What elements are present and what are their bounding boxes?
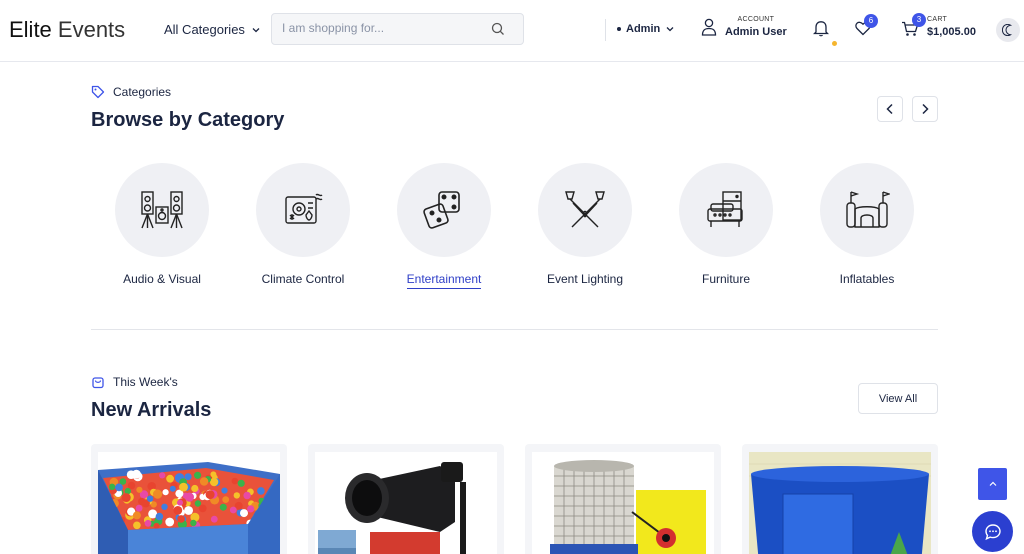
category-dropdown[interactable]: All Categories bbox=[164, 22, 261, 37]
chevron-up-icon bbox=[989, 481, 996, 486]
category-circle bbox=[397, 163, 491, 257]
product-card[interactable] bbox=[91, 444, 287, 554]
search-icon[interactable] bbox=[491, 22, 505, 41]
product-card[interactable] bbox=[308, 444, 504, 554]
site-logo[interactable]: Elite Events bbox=[9, 17, 125, 43]
header-divider bbox=[605, 19, 606, 41]
category-label: Audio & Visual bbox=[123, 272, 201, 286]
bell-icon[interactable] bbox=[812, 19, 830, 42]
cart-total: $1,005.00 bbox=[927, 26, 976, 38]
top-header: Elite Events All Categories Admin ACCOUN… bbox=[0, 0, 1024, 62]
tag-icon bbox=[91, 85, 105, 99]
category-label: Furniture bbox=[701, 272, 751, 286]
wishlist-count-badge: 6 bbox=[864, 14, 878, 28]
cart-small-label: CART bbox=[927, 16, 948, 23]
category-label: Event Lighting bbox=[546, 272, 624, 286]
role-label: Admin bbox=[626, 23, 661, 35]
category-item-entertainment[interactable]: Entertainment bbox=[384, 163, 504, 289]
climate-icon bbox=[285, 193, 323, 224]
dunk-tank-image bbox=[532, 452, 714, 554]
notification-dot bbox=[832, 41, 837, 46]
logo-bold-text: Elite bbox=[9, 17, 52, 42]
fan-blower-image bbox=[315, 452, 497, 554]
new-arrivals-title: New Arrivals bbox=[91, 399, 212, 421]
arrivals-eyebrow-text: This Week's bbox=[113, 375, 178, 389]
arrivals-eyebrow: This Week's bbox=[91, 375, 178, 389]
category-circle bbox=[820, 163, 914, 257]
ball-pit-image bbox=[98, 452, 280, 554]
category-circle bbox=[538, 163, 632, 257]
speakers-icon bbox=[141, 191, 183, 229]
category-item-event-lighting[interactable]: Event Lighting bbox=[525, 163, 645, 288]
cart-summary[interactable]: CART $1,005.00 bbox=[927, 16, 976, 38]
category-dropdown-label: All Categories bbox=[164, 22, 245, 37]
chevron-down-icon bbox=[666, 27, 674, 32]
view-all-button[interactable]: View All bbox=[858, 383, 938, 414]
category-label: Climate Control bbox=[261, 272, 345, 286]
category-item-furniture[interactable]: Furniture bbox=[666, 163, 786, 288]
chat-button[interactable] bbox=[972, 511, 1013, 552]
logo-rest-text: Events bbox=[51, 17, 126, 42]
user-icon bbox=[701, 18, 717, 36]
category-prev-button[interactable] bbox=[877, 96, 903, 122]
moon-icon bbox=[1002, 24, 1013, 36]
account-name: Admin User bbox=[725, 26, 787, 38]
dice-icon bbox=[423, 191, 460, 229]
blue-tub-image bbox=[749, 452, 931, 554]
role-dropdown[interactable]: Admin bbox=[617, 23, 675, 35]
browse-by-category-title: Browse by Category bbox=[91, 109, 285, 131]
chevron-left-icon bbox=[886, 103, 893, 115]
category-circle bbox=[679, 163, 773, 257]
category-item-inflatables[interactable]: Inflatables bbox=[807, 163, 927, 288]
chevron-down-icon bbox=[252, 27, 260, 32]
cart-count-badge: 3 bbox=[912, 13, 926, 27]
scroll-to-top-button[interactable] bbox=[978, 468, 1007, 500]
product-card[interactable] bbox=[525, 444, 721, 554]
category-circle bbox=[256, 163, 350, 257]
account-menu[interactable]: ACCOUNT Admin User bbox=[701, 16, 787, 38]
category-item-audio-visual[interactable]: Audio & Visual bbox=[102, 163, 222, 288]
furniture-icon bbox=[707, 191, 743, 227]
categories-eyebrow-text: Categories bbox=[113, 85, 172, 99]
role-dot-icon bbox=[617, 27, 621, 31]
dark-mode-toggle[interactable] bbox=[996, 18, 1020, 42]
search-box bbox=[271, 13, 524, 45]
category-circle bbox=[115, 163, 209, 257]
category-label: Entertainment bbox=[406, 272, 482, 289]
chat-bubble-icon bbox=[984, 523, 1001, 540]
categories-eyebrow: Categories bbox=[91, 85, 171, 99]
shopping-bag-icon bbox=[92, 377, 104, 389]
product-card[interactable] bbox=[742, 444, 938, 554]
bounce-castle-icon bbox=[846, 191, 890, 228]
account-small-label: ACCOUNT bbox=[737, 16, 775, 23]
category-next-button[interactable] bbox=[912, 96, 938, 122]
spotlights-icon bbox=[565, 191, 605, 228]
chevron-right-icon bbox=[922, 103, 929, 115]
category-item-climate-control[interactable]: Climate Control bbox=[243, 163, 363, 288]
category-label: Inflatables bbox=[839, 272, 895, 286]
search-input[interactable] bbox=[282, 21, 482, 35]
section-divider bbox=[91, 329, 938, 330]
